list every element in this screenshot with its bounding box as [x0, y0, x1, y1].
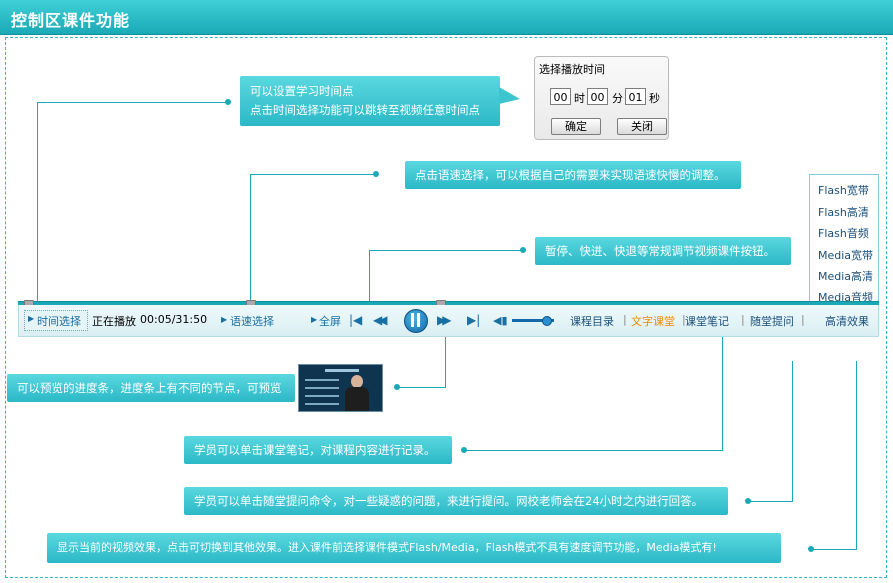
leader-dot [461, 447, 467, 453]
quality-button[interactable]: 高清效果 [825, 313, 869, 329]
callout-time-line1: 可以设置学习时间点 [250, 84, 354, 98]
close-button[interactable]: 关闭 [617, 118, 667, 135]
quality-option[interactable]: Flash音频 [818, 225, 869, 241]
leader-line-quality [856, 361, 857, 550]
leader-line-question-h [748, 501, 793, 502]
volume-slider[interactable] [512, 316, 554, 326]
hour-unit: 时 [574, 92, 585, 105]
player-control-bar: ▶ 时间选择 正在播放 00:05/31:50 ▶ 语速选择 ▶ 全屏 |◀ ◀… [18, 305, 879, 337]
volume-icon[interactable]: ◀▮ [493, 313, 508, 328]
speed-select-button[interactable]: 语速选择 [230, 313, 274, 329]
arrow-right-icon: ▶ [28, 314, 35, 323]
leader-line-notes-h [466, 450, 723, 451]
thumbnail-line [305, 387, 339, 389]
arrow-right-icon: ▶ [221, 315, 228, 324]
thumbnail-line [305, 403, 339, 405]
class-notes-link[interactable]: 课堂笔记 [685, 313, 729, 329]
leader-dot [394, 384, 400, 390]
skip-end-icon[interactable]: ▶| [467, 313, 480, 328]
separator: | [801, 313, 805, 326]
thumbnail-line [305, 395, 339, 397]
time-select-button[interactable]: ▶ 时间选择 [24, 310, 88, 331]
callout-quality: 显示当前的视频效果，点击可切换到其他效果。进入课件前选择课件模式Flash/Me… [47, 533, 781, 563]
hour-input[interactable]: 00 [550, 88, 571, 105]
leader-line-speed-h [250, 174, 376, 175]
course-catalog-link[interactable]: 课程目录 [570, 313, 614, 329]
separator: | [623, 313, 627, 326]
fullscreen-button[interactable]: 全屏 [319, 313, 341, 329]
second-input[interactable]: 01 [625, 88, 646, 105]
teacher-body-icon [345, 387, 369, 411]
leader-line-playback-h [369, 250, 523, 251]
time-select-label: 时间选择 [37, 315, 81, 328]
quality-option[interactable]: Media宽带 [818, 247, 873, 263]
thumbnail-line [305, 379, 339, 381]
page-header: 控制区课件功能 [0, 0, 893, 35]
thumbnail-heading [325, 369, 359, 372]
callout-question: 学员可以单击随堂提问命令，对一些疑惑的问题，来进行提问。网校老师会在24小时之内… [184, 487, 728, 515]
time-select-dialog: 选择播放时间 00 时 00 分 01 秒 确定 关闭 [534, 56, 669, 140]
callout-preview: 可以预览的进度条，进度条上有不同的节点，可预览 [7, 374, 295, 402]
pause-icon [411, 313, 414, 327]
callout-pointer [499, 87, 520, 104]
callout-playback: 暂停、快进、快退等常规调节视频课件按钮。 [535, 237, 791, 265]
callout-time-select: 可以设置学习时间点 点击时间选择功能可以跳转至视频任意时间点 [240, 76, 500, 126]
skip-start-icon[interactable]: |◀ [349, 313, 362, 328]
leader-line-quality-h [811, 549, 857, 550]
fast-forward-icon[interactable]: ▶▶ [437, 313, 452, 328]
second-unit: 秒 [649, 92, 660, 105]
volume-handle[interactable] [542, 316, 552, 326]
quality-menu: Flash宽带 Flash高清 Flash音频 Media宽带 Media高清 … [809, 174, 879, 307]
preview-thumbnail [298, 364, 383, 412]
leader-dot [373, 171, 379, 177]
page-title: 控制区课件功能 [11, 11, 131, 30]
rewind-icon[interactable]: ◀◀ [373, 313, 388, 328]
separator: | [741, 313, 745, 326]
leader-line-notes [722, 337, 723, 451]
arrow-right-icon: ▶ [311, 315, 318, 324]
pause-button[interactable] [404, 309, 428, 333]
quality-option[interactable]: Flash宽带 [818, 182, 869, 198]
minute-input[interactable]: 00 [587, 88, 608, 105]
playback-time: 00:05/31:50 [140, 313, 208, 326]
dialog-title: 选择播放时间 [539, 63, 605, 76]
leader-line-time [37, 102, 38, 301]
leader-line-preview-h [397, 387, 446, 388]
text-class-link[interactable]: 文字课堂 [631, 313, 675, 329]
quality-option[interactable]: Media高清 [818, 268, 873, 284]
leader-line-speed [250, 174, 251, 301]
now-playing-label: 正在播放 [92, 315, 136, 328]
leader-dot [225, 99, 231, 105]
leader-dot [808, 546, 814, 552]
quality-option[interactable]: Flash高清 [818, 204, 869, 220]
leader-line-time-h [37, 102, 228, 103]
leader-dot [745, 498, 751, 504]
minute-unit: 分 [612, 92, 623, 105]
callout-speed: 点击语速选择，可以根据自己的需要来实现语速快慢的调整。 [405, 161, 741, 189]
class-question-link[interactable]: 随堂提问 [750, 313, 794, 329]
leader-line-question [792, 361, 793, 502]
leader-dot [520, 247, 526, 253]
callout-time-line2: 点击时间选择功能可以跳转至视频任意时间点 [250, 103, 480, 117]
ok-button[interactable]: 确定 [551, 118, 601, 135]
leader-line-playback [369, 250, 370, 301]
callout-notes: 学员可以单击课堂笔记，对课程内容进行记录。 [184, 436, 452, 464]
pause-icon [417, 313, 420, 327]
